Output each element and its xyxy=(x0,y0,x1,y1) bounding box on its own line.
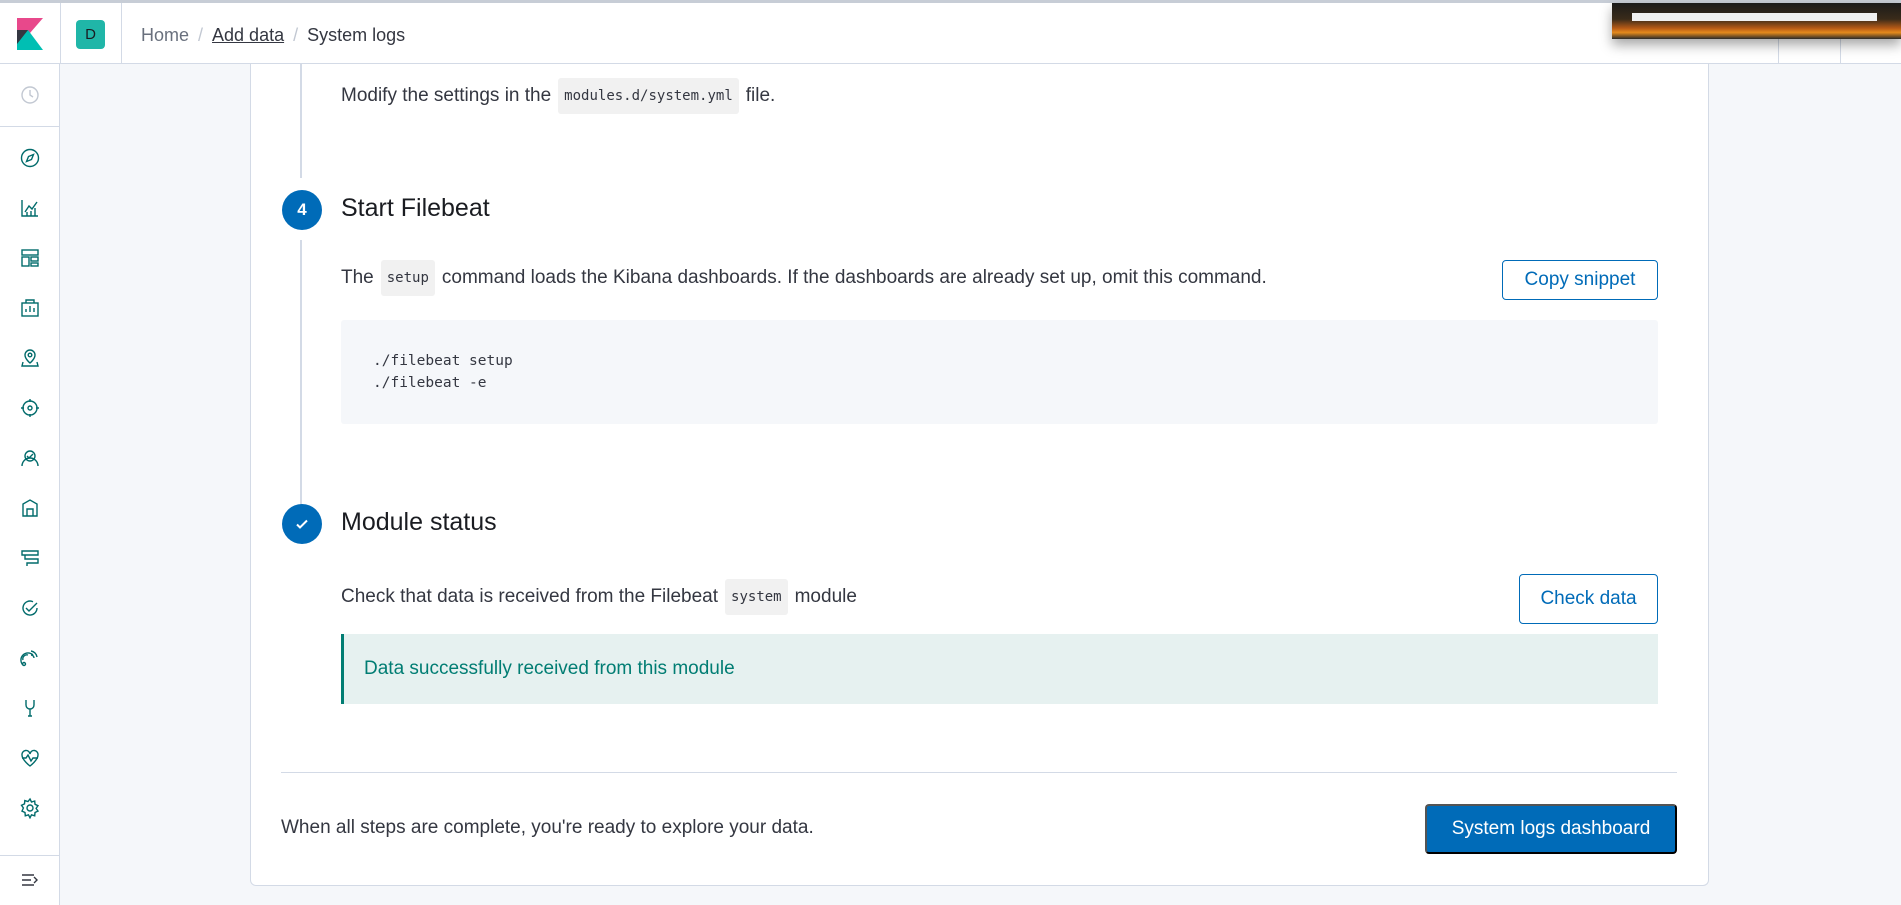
discover-icon[interactable] xyxy=(17,145,43,171)
success-callout: Data successfully received from this mod… xyxy=(341,634,1658,704)
visualize-icon[interactable] xyxy=(17,195,43,221)
code-line: ./filebeat -e xyxy=(373,375,487,391)
breadcrumb-separator: / xyxy=(198,25,204,45)
step3-text-end: file. xyxy=(745,85,776,106)
step-4-number: 4 xyxy=(282,190,322,230)
canvas-icon[interactable] xyxy=(17,295,43,321)
step4-text-end: command loads the Kibana dashboards. If … xyxy=(441,267,1267,288)
status-instruction: Check that data is received from the Fil… xyxy=(341,577,857,617)
step-connector xyxy=(300,64,302,178)
step-connector xyxy=(300,240,302,526)
side-nav xyxy=(0,64,60,905)
module-status-complete-icon xyxy=(282,504,322,544)
uptime-icon[interactable] xyxy=(17,595,43,621)
system-logs-dashboard-button[interactable]: System logs dashboard xyxy=(1425,804,1677,854)
screen-thumbnail-overlay xyxy=(1612,3,1901,39)
kibana-logo-icon[interactable] xyxy=(17,18,43,50)
code-snippet: ./filebeat setup ./filebeat -e xyxy=(341,320,1658,424)
breadcrumb-home[interactable]: Home xyxy=(141,25,189,46)
management-icon[interactable] xyxy=(17,795,43,821)
siem-icon[interactable] xyxy=(17,645,43,671)
code-line: ./filebeat setup xyxy=(373,353,513,369)
step3-instruction: Modify the settings in the modules.d/sys… xyxy=(341,76,775,116)
monitoring-icon[interactable] xyxy=(17,745,43,771)
footer-divider xyxy=(281,772,1677,773)
breadcrumb-add-data[interactable]: Add data xyxy=(212,25,284,46)
breadcrumb-separator: / xyxy=(293,25,299,45)
status-text-end: module xyxy=(794,586,857,607)
breadcrumb: Home / Add data / System logs xyxy=(141,25,405,46)
status-code: system xyxy=(725,579,788,615)
infrastructure-icon[interactable] xyxy=(17,445,43,471)
collapse-menu-icon[interactable] xyxy=(17,867,43,893)
header-divider xyxy=(60,3,61,64)
step4-code: setup xyxy=(380,260,435,296)
success-callout-text: Data successfully received from this mod… xyxy=(364,658,735,679)
machine-learning-icon[interactable] xyxy=(17,395,43,421)
step3-text: Modify the settings in the xyxy=(341,85,552,106)
copy-snippet-button[interactable]: Copy snippet xyxy=(1502,260,1658,300)
recently-viewed-icon[interactable] xyxy=(17,82,43,108)
step3-code: modules.d/system.yml xyxy=(558,78,739,114)
status-text: Check that data is received from the Fil… xyxy=(341,586,719,607)
module-status-title: Module status xyxy=(341,508,497,536)
nav-divider xyxy=(0,126,59,127)
footer-message: When all steps are complete, you're read… xyxy=(281,817,814,838)
nav-divider xyxy=(0,855,59,856)
header-divider xyxy=(1778,39,1779,64)
space-avatar[interactable]: D xyxy=(76,20,105,49)
dev-tools-icon[interactable] xyxy=(17,695,43,721)
header-divider xyxy=(1840,39,1841,64)
top-header: D Home / Add data / System logs xyxy=(0,0,1901,64)
tutorial-panel: Modify the settings in the modules.d/sys… xyxy=(250,64,1709,886)
step4-text: The xyxy=(341,267,374,288)
breadcrumb-current: System logs xyxy=(307,25,406,45)
step-4-title: Start Filebeat xyxy=(341,194,490,222)
header-divider xyxy=(121,3,122,64)
maps-icon[interactable] xyxy=(17,345,43,371)
apm-icon[interactable] xyxy=(17,545,43,571)
dashboard-icon[interactable] xyxy=(17,245,43,271)
check-data-button[interactable]: Check data xyxy=(1519,574,1658,624)
step4-instruction: The setup command loads the Kibana dashb… xyxy=(341,258,1267,298)
logs-icon[interactable] xyxy=(17,495,43,521)
